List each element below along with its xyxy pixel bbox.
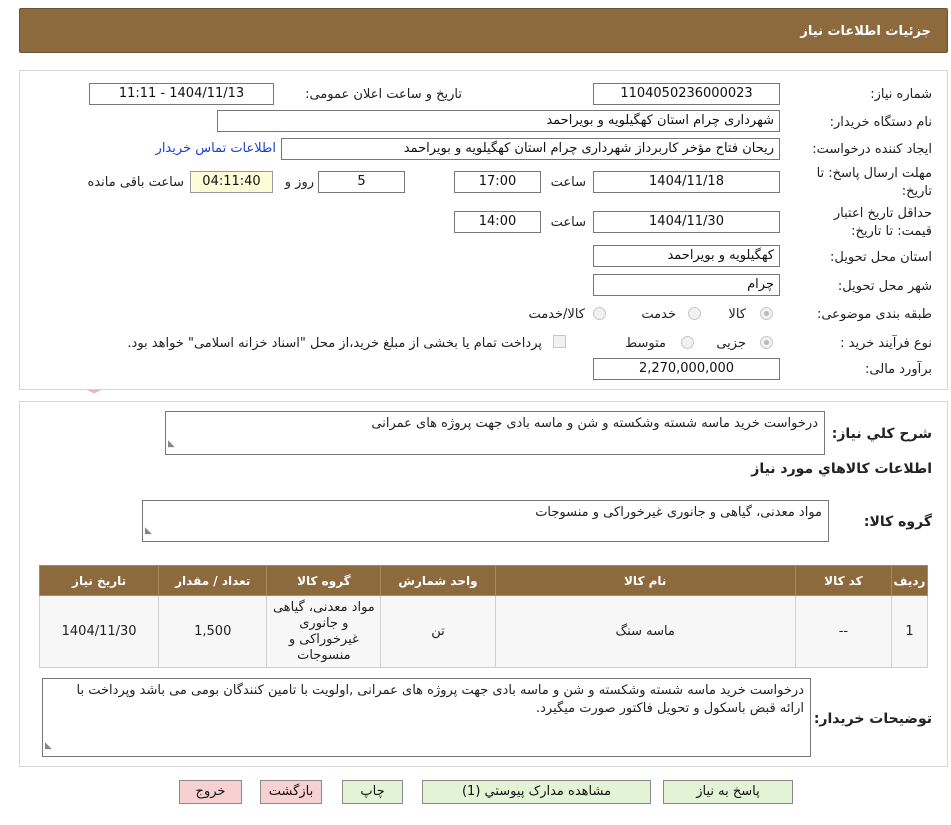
remaining-label: ساعت باقی مانده	[87, 175, 184, 190]
remaining-time-field: 04:11:40	[190, 171, 273, 193]
buyer-notes-label: توضیحات خریدار:	[813, 711, 932, 727]
deadline-time-field: 17:00	[454, 171, 541, 193]
deadline-label-line2: تاریخ:	[901, 184, 932, 199]
back-button[interactable]: بازگشت	[260, 780, 322, 804]
col-unit: واحد شمارش	[380, 565, 496, 596]
announce-datetime-field: 1404/11/13 - 11:11	[89, 83, 274, 105]
col-name: نام کالا	[494, 565, 796, 596]
city-field: چرام	[593, 274, 780, 296]
treasury-payment-checkbox[interactable]	[553, 335, 566, 348]
goods-group-text: مواد معدنی، گیاهی و جانوری غیرخوراکی و م…	[535, 505, 822, 520]
category-option-service: خدمت	[641, 307, 676, 322]
col-date: تاریخ نیاز	[38, 565, 160, 596]
deadline-label: مهلت ارسال پاسخ: تا	[816, 166, 932, 181]
buyer-label: نام دستگاه خریدار:	[829, 115, 932, 130]
goods-group-textarea[interactable]: مواد معدنی، گیاهی و جانوری غیرخوراکی و م…	[142, 500, 829, 542]
process-option-medium: متوسط	[625, 336, 666, 351]
page-header: جزئیات اطلاعات نیاز	[19, 8, 948, 53]
province-field: کهگیلویه و بویراحمد	[593, 245, 780, 267]
print-button[interactable]: چاپ	[342, 780, 403, 804]
validity-time-label: ساعت	[550, 215, 586, 230]
city-label: شهر محل تحویل:	[837, 279, 932, 294]
table-header-row: رديف کد کالا نام کالا واحد شمارش گروه کا…	[38, 565, 929, 596]
need-number-label: شماره نیاز:	[870, 87, 932, 102]
creator-label: ایجاد کننده درخواست:	[812, 142, 932, 157]
days-label: روز و	[284, 175, 314, 190]
cell-qty: 1,500	[158, 595, 268, 668]
category-radio-service[interactable]	[688, 307, 701, 320]
page-title: جزئیات اطلاعات نیاز	[800, 24, 931, 39]
cell-unit: تن	[380, 595, 496, 668]
province-label: استان محل تحویل:	[830, 250, 932, 265]
resize-grip-icon[interactable]: ◢	[168, 435, 175, 453]
category-radio-goods[interactable]	[760, 307, 773, 320]
category-radio-goods-service[interactable]	[593, 307, 606, 320]
budget-label: برآورد مالی:	[865, 362, 932, 377]
need-number-field: 1104050236000023	[593, 83, 780, 105]
process-label: نوع فرآیند خرید :	[840, 336, 932, 351]
category-option-goods: کالا	[728, 307, 746, 322]
category-option-goods-service: کالا/خدمت	[528, 307, 585, 322]
deadline-time-label: ساعت	[550, 175, 586, 190]
announce-label: تاریخ و ساعت اعلان عمومی:	[305, 87, 462, 102]
col-group: گروه کالا	[266, 565, 382, 596]
days-field: 5	[318, 171, 405, 193]
category-label: طبقه بندی موضوعی:	[816, 307, 932, 322]
goods-section-title: اطلاعات كالاهاي مورد نياز	[751, 461, 932, 477]
process-option-minor: جزیی	[716, 336, 746, 351]
cell-name: ماسه سنگ	[494, 595, 796, 668]
view-attachments-button[interactable]: مشاهده مدارک پيوستي (1)	[422, 780, 651, 804]
summary-text: درخواست خرید ماسه شسته وشکسته و شن و ماس…	[371, 416, 818, 431]
buyer-notes-text: درخواست خرید ماسه شسته وشکسته و شن و ماس…	[76, 683, 804, 716]
buyer-field: شهرداری چرام استان کهگیلویه و بویراحمد	[217, 110, 780, 132]
cell-date: 1404/11/30	[38, 595, 160, 668]
process-radio-medium[interactable]	[681, 336, 694, 349]
col-index: رديف	[890, 565, 929, 596]
summary-textarea[interactable]: درخواست خرید ماسه شسته وشکسته و شن و ماس…	[165, 411, 825, 455]
col-qty: تعداد / مقدار	[158, 565, 268, 596]
resize-grip-icon[interactable]: ◢	[45, 737, 52, 755]
process-radio-minor[interactable]	[760, 336, 773, 349]
validity-date-field: 1404/11/30	[593, 211, 780, 233]
resize-grip-icon[interactable]: ◢	[145, 522, 152, 540]
validity-label-line2: قیمت: تا تاریخ:	[851, 224, 932, 239]
buyer-notes-textarea[interactable]: درخواست خرید ماسه شسته وشکسته و شن و ماس…	[42, 678, 811, 757]
buyer-contact-link[interactable]: اطلاعات تماس خریدار	[156, 141, 276, 156]
deadline-date-field: 1404/11/18	[593, 171, 780, 193]
validity-time-field: 14:00	[454, 211, 541, 233]
col-code: کد کالا	[794, 565, 892, 596]
payment-note: پرداخت تمام یا بخشی از مبلغ خرید،از محل …	[127, 336, 542, 351]
validity-label: حداقل تاریخ اعتبار	[833, 206, 932, 221]
reply-button[interactable]: پاسخ به نياز	[663, 780, 793, 804]
cell-group: مواد معدنی، گیاهی و جانوری غیرخوراکی و م…	[266, 595, 382, 668]
budget-field: 2,270,000,000	[593, 358, 780, 380]
goods-group-label: گروه کالا:	[863, 514, 932, 530]
goods-table: رديف کد کالا نام کالا واحد شمارش گروه کا…	[38, 565, 929, 668]
creator-field: ریحان فتاح مؤخر کاربرداز شهرداری چرام اس…	[281, 138, 780, 160]
cell-code: --	[794, 595, 892, 668]
summary-label: شرح کلي نياز:	[831, 426, 932, 442]
exit-button[interactable]: خروج	[179, 780, 242, 804]
cell-index: 1	[890, 595, 929, 668]
table-row: 1 -- ماسه سنگ تن مواد معدنی، گیاهی و جان…	[38, 595, 929, 668]
